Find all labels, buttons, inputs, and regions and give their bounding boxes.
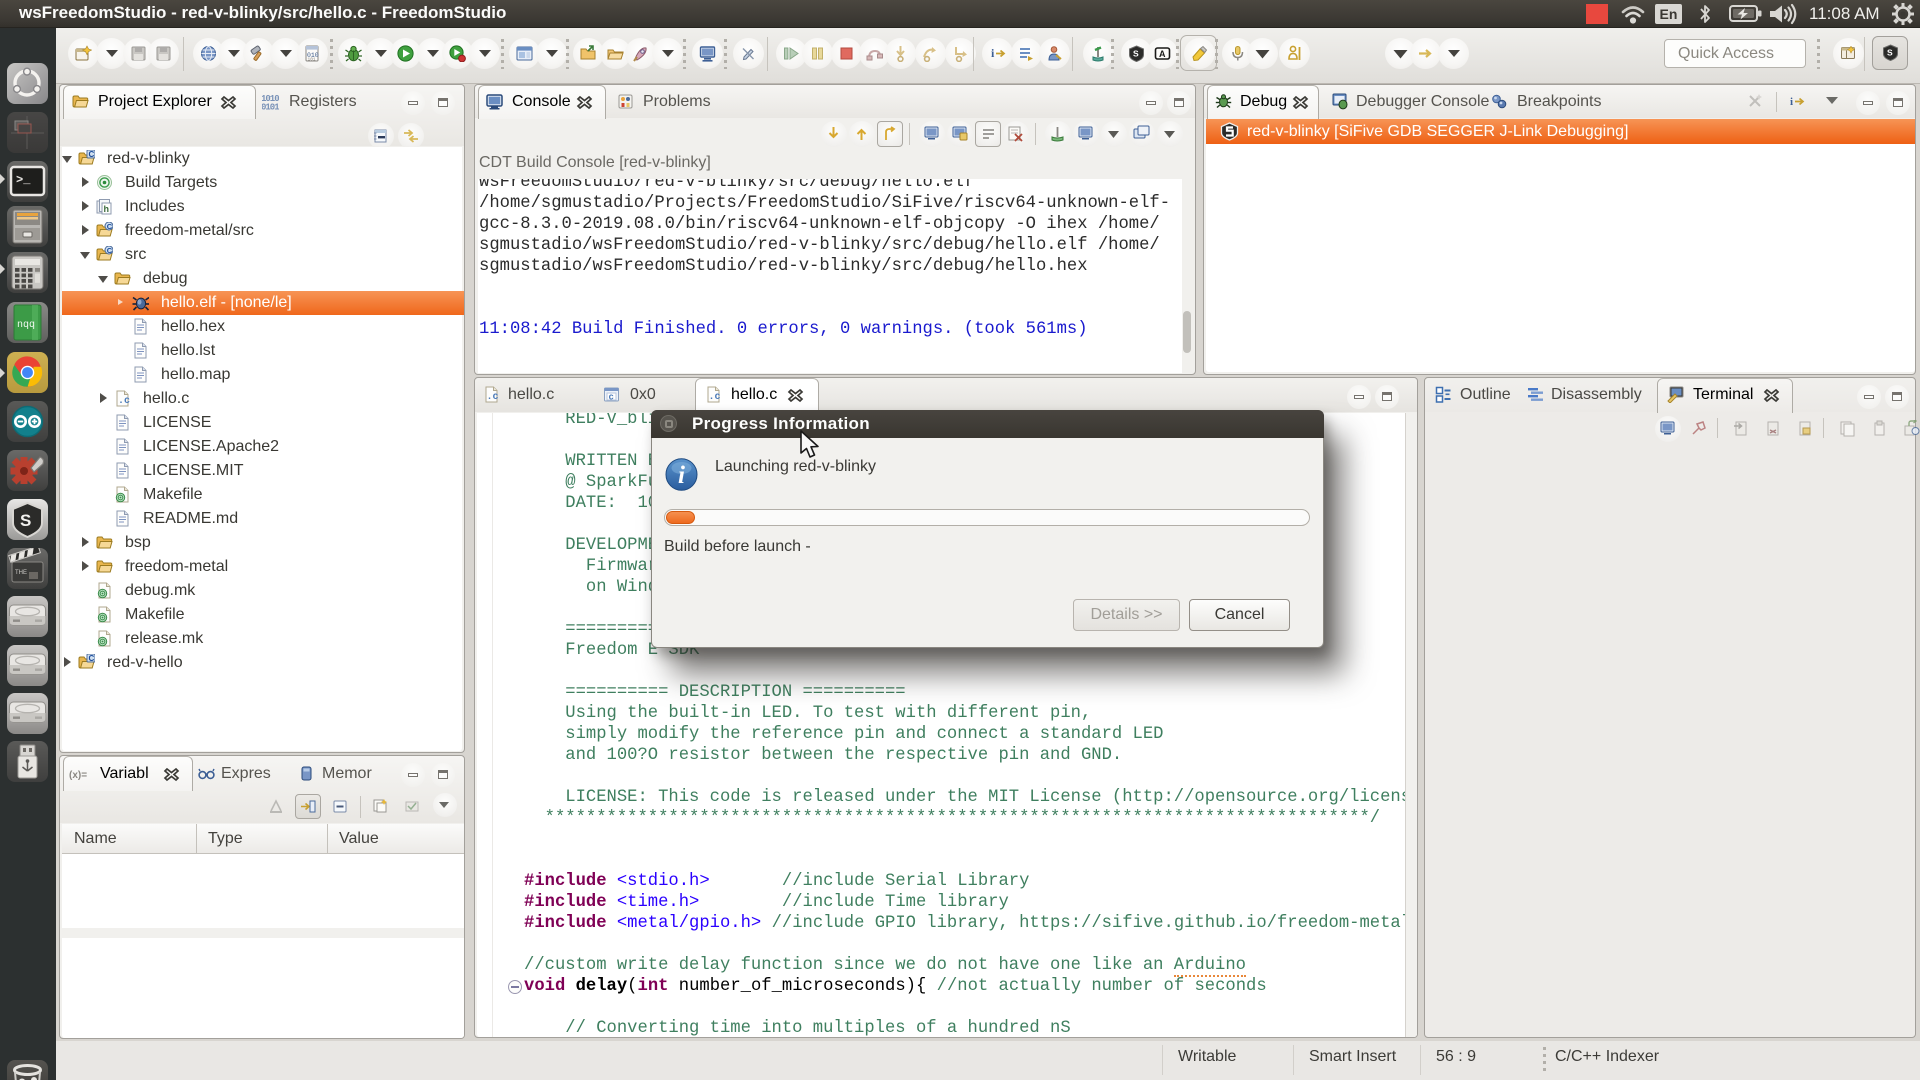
- svg-text:101: 101: [308, 57, 316, 63]
- svg-text:(x)=: (x)=: [69, 770, 87, 781]
- svg-text:THE: THE: [15, 570, 27, 576]
- svg-text:.c: .c: [487, 392, 499, 403]
- svg-text:C: C: [107, 246, 113, 255]
- svg-text:A: A: [1159, 49, 1166, 59]
- svg-text:.c: .c: [709, 392, 721, 403]
- svg-text:0101: 0101: [262, 103, 279, 111]
- svg-text:C: C: [107, 222, 113, 231]
- svg-text:c: c: [609, 393, 614, 403]
- svg-text:i: i: [991, 46, 995, 60]
- svg-text:C: C: [89, 654, 95, 663]
- svg-text:nqq: nqq: [17, 320, 35, 331]
- svg-text:h: h: [104, 204, 110, 214]
- svg-text:S: S: [1133, 49, 1139, 59]
- svg-text:i: i: [678, 462, 685, 489]
- svg-text:S: S: [20, 511, 31, 530]
- svg-text:>_: >_: [16, 173, 31, 187]
- svg-text:.c: .c: [118, 396, 130, 407]
- svg-text:i: i: [1790, 96, 1793, 108]
- svg-text:S: S: [1887, 48, 1893, 58]
- svg-text:C: C: [89, 150, 95, 159]
